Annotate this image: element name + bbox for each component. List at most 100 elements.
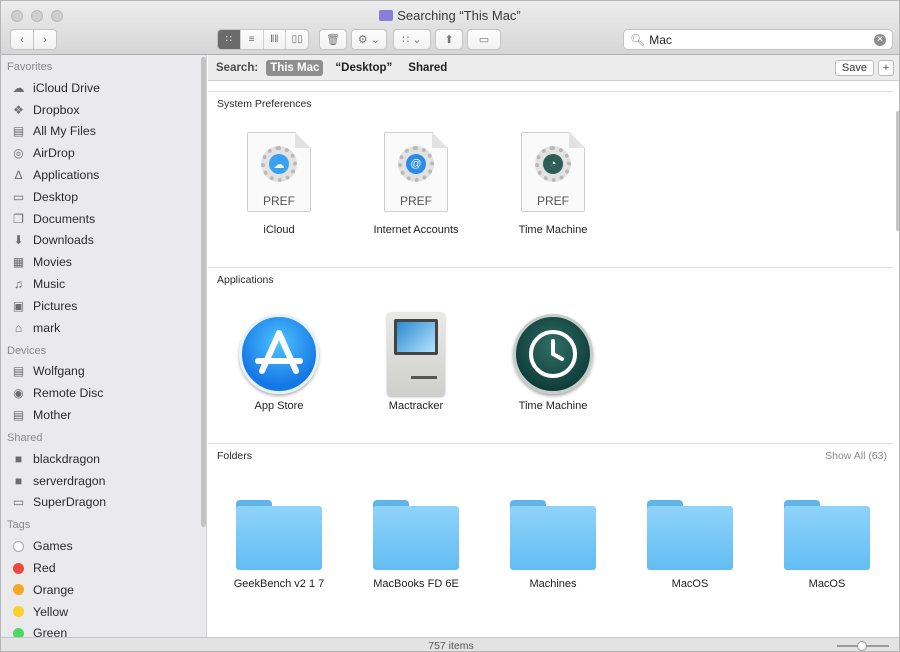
- all-files-icon: ▤: [12, 124, 25, 139]
- column-view-button[interactable]: ‖‖: [264, 30, 287, 49]
- sidebar-item-tag-green[interactable]: Green: [1, 623, 206, 637]
- result-item-app-store[interactable]: App Store: [214, 312, 344, 422]
- sidebar-item-label: Pictures: [33, 298, 78, 313]
- search-input[interactable]: Mac: [649, 33, 874, 47]
- sidebar-item-label: Remote Disc: [33, 386, 104, 401]
- sidebar-item-icloud-drive[interactable]: ☁︎ iCloud Drive: [1, 77, 206, 99]
- tag-color-dot: [13, 627, 24, 637]
- desktop-icon: ▭: [12, 189, 25, 204]
- sidebar-item-label: Mother: [33, 408, 72, 423]
- tag-button[interactable]: ▭: [467, 29, 501, 50]
- sidebar-scrollbar[interactable]: [201, 57, 206, 527]
- show-all-link[interactable]: Show All (63): [825, 450, 887, 462]
- result-item-label: GeekBench v2 1 7: [233, 578, 325, 590]
- trash-icon: 🗑︎: [326, 34, 340, 46]
- tag-color-dot: [13, 562, 24, 574]
- result-item-icloud-pref[interactable]: ☁ PREF iCloud: [214, 132, 344, 242]
- sidebar-item-airdrop[interactable]: ◎ AirDrop: [1, 142, 206, 164]
- sidebar-item-label: iCloud Drive: [33, 80, 100, 95]
- movies-icon: ▦: [12, 255, 25, 270]
- sidebar-item-blackdragon[interactable]: ■ blackdragon: [1, 448, 206, 470]
- arrange-menu-button[interactable]: ∷ ⌄: [393, 29, 431, 50]
- result-item-mactracker[interactable]: Mactracker: [351, 312, 481, 422]
- result-item-label: iCloud: [263, 224, 295, 236]
- clear-search-icon[interactable]: ✕: [874, 33, 886, 46]
- tag-dot-container: [11, 539, 26, 553]
- result-item-label: Time Machine: [518, 400, 588, 412]
- tag-color-dot: [13, 540, 24, 552]
- section-title: Applications: [217, 274, 274, 286]
- sidebar-item-label: Downloads: [33, 233, 94, 248]
- search-scope-label: Search:: [216, 61, 259, 74]
- result-item-time-machine-pref[interactable]: ◔ PREF Time Machine: [488, 132, 618, 242]
- add-criteria-button[interactable]: +: [878, 60, 894, 76]
- folder-body: [373, 506, 459, 570]
- sidebar-item-tag-orange[interactable]: Orange: [1, 579, 206, 601]
- icon-size-slider[interactable]: [837, 641, 889, 651]
- folder-body: [510, 506, 596, 570]
- sidebar-item-tag-red[interactable]: Red: [1, 557, 206, 579]
- sidebar-header-favorites: Favorites: [7, 61, 53, 73]
- sidebar-item-all-my-files[interactable]: ▤ All My Files: [1, 121, 206, 143]
- sidebar-item-mother[interactable]: ▤ Mother: [1, 404, 206, 426]
- folder-body: [647, 506, 733, 570]
- folder-icon: [236, 500, 322, 570]
- pref-doc-label: PREF: [262, 194, 295, 208]
- scope-desktop[interactable]: “Desktop”: [331, 60, 396, 76]
- clock-glyph: [529, 330, 577, 378]
- sidebar-item-home[interactable]: ⌂ mark: [1, 317, 206, 339]
- mactracker-icon: [387, 312, 445, 396]
- result-item-folder[interactable]: MacOS: [625, 500, 755, 600]
- gear-icon: ☁: [261, 146, 297, 182]
- sidebar: Favorites ☁︎ iCloud Drive ❖ Dropbox ▤ All M…: [1, 55, 207, 637]
- results-scrollbar[interactable]: [896, 111, 899, 231]
- result-item-folder[interactable]: Machines: [488, 500, 618, 600]
- sidebar-item-label: Applications: [33, 168, 100, 183]
- sidebar-item-music[interactable]: ♫ Music: [1, 273, 206, 295]
- tag-dot-container: [11, 605, 26, 619]
- result-item-folder[interactable]: MacBooks FD 6E: [351, 500, 481, 600]
- title-bar: Searching “This Mac” ‹ › ∷ ≡ ‖‖ ▯▯ 🗑︎ ⚙ …: [1, 1, 899, 55]
- result-item-time-machine-app[interactable]: Time Machine: [488, 312, 618, 422]
- share-button[interactable]: ⬆︎: [435, 29, 463, 50]
- sidebar-item-serverdragon[interactable]: ■ serverdragon: [1, 470, 206, 492]
- sidebar-item-remote-disc[interactable]: ◉ Remote Disc: [1, 382, 206, 404]
- sidebar-item-label: Documents: [33, 211, 96, 226]
- scope-this-mac[interactable]: This Mac: [266, 59, 324, 76]
- result-item-internet-accounts-pref[interactable]: @ PREF Internet Accounts: [351, 132, 481, 242]
- sidebar-item-dropbox[interactable]: ❖ Dropbox: [1, 99, 206, 121]
- icon-view-button[interactable]: ∷: [218, 30, 241, 49]
- sidebar-item-downloads[interactable]: ⬇︎ Downloads: [1, 230, 206, 252]
- result-item-folder[interactable]: GeekBench v2 1 7: [214, 500, 344, 600]
- pref-fold: [295, 132, 311, 148]
- sidebar-item-wolfgang[interactable]: ▤ Wolfgang: [1, 361, 206, 383]
- sidebar-item-tag-yellow[interactable]: Yellow: [1, 601, 206, 623]
- list-view-button[interactable]: ≡: [241, 30, 264, 49]
- sidebar-item-label: SuperDragon: [33, 495, 107, 510]
- search-icon: 🔍︎: [630, 32, 646, 47]
- folder-icon: [647, 500, 733, 570]
- slider-knob[interactable]: [857, 641, 867, 651]
- action-menu-button[interactable]: ⚙ ⌄: [351, 29, 387, 50]
- sidebar-item-applications[interactable]: ∆ Applications: [1, 164, 206, 186]
- folder-icon: [373, 500, 459, 570]
- result-item-folder[interactable]: MacOS: [762, 500, 892, 600]
- pref-fold: [569, 132, 585, 148]
- forward-button[interactable]: ›: [33, 29, 57, 50]
- smart-folder-icon: [379, 10, 394, 21]
- sidebar-item-desktop[interactable]: ▭ Desktop: [1, 186, 206, 208]
- save-search-button[interactable]: Save: [834, 60, 874, 76]
- trash-button[interactable]: 🗑︎: [319, 29, 347, 50]
- hard-drive-icon: ▤: [12, 408, 25, 423]
- computer-icon: ■: [14, 451, 23, 466]
- sidebar-item-pictures[interactable]: ▣ Pictures: [1, 295, 206, 317]
- scope-shared[interactable]: Shared: [404, 60, 451, 76]
- back-button[interactable]: ‹: [10, 29, 34, 50]
- sidebar-item-documents[interactable]: ❐ Documents: [1, 208, 206, 230]
- sidebar-item-movies[interactable]: ▦ Movies: [1, 251, 206, 273]
- cover-flow-view-button[interactable]: ▯▯: [286, 30, 308, 49]
- sidebar-item-tag-games[interactable]: Games: [1, 535, 206, 557]
- search-field[interactable]: 🔍︎ Mac ✕: [623, 29, 893, 50]
- folder-icon: [784, 500, 870, 570]
- sidebar-item-superdragon[interactable]: ▭ SuperDragon: [1, 492, 206, 514]
